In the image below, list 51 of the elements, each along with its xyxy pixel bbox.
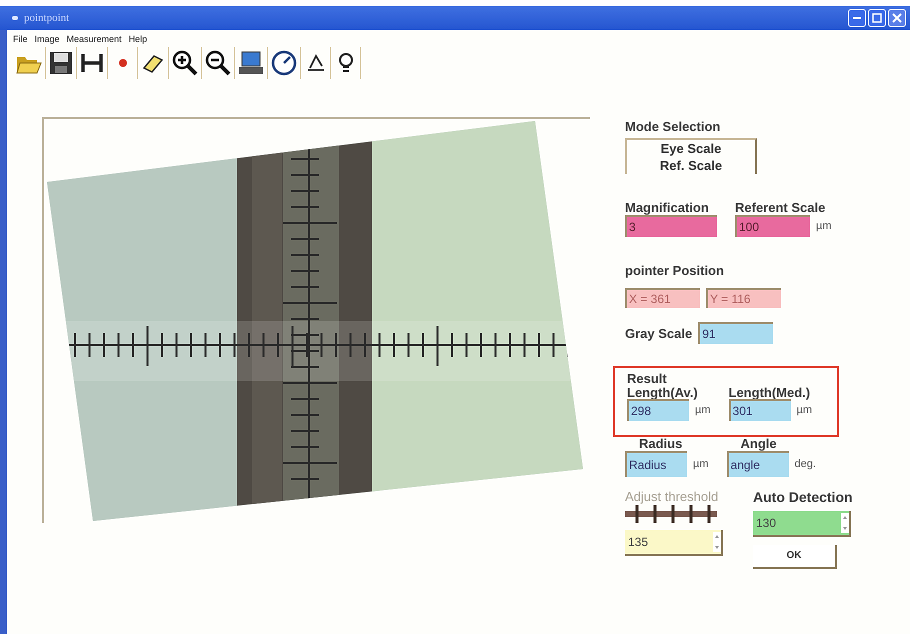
mode-option[interactable]: Eye Scale bbox=[627, 140, 755, 157]
field-label: Gray Scale bbox=[625, 326, 692, 340]
unit-label: µm bbox=[816, 220, 832, 232]
input-field[interactable]: 100 bbox=[735, 215, 810, 237]
mode-option[interactable]: Ref. Scale bbox=[627, 157, 755, 174]
menu-item[interactable]: Measurement bbox=[66, 34, 122, 44]
gauge-icon bbox=[271, 50, 297, 76]
angle-icon bbox=[306, 53, 326, 73]
window-title: pointpoint bbox=[24, 12, 70, 24]
ok-button[interactable]: OK bbox=[753, 544, 837, 569]
unit-label: µm bbox=[695, 404, 711, 416]
minimize-button[interactable] bbox=[848, 9, 866, 27]
menu-item[interactable]: Image bbox=[34, 34, 60, 44]
field-label: Auto Detection bbox=[753, 488, 853, 505]
field-label: Angle bbox=[740, 437, 778, 451]
field-label: Referent Scale bbox=[735, 200, 826, 215]
field-label: Adjust threshold bbox=[625, 488, 720, 504]
field-label: Radius bbox=[638, 437, 684, 451]
field-label: Mode Selection bbox=[625, 119, 722, 134]
menu-item[interactable]: File bbox=[13, 34, 28, 44]
span-bar-icon bbox=[80, 52, 104, 74]
field-label: Length(Av.) bbox=[627, 386, 699, 400]
eraser-icon bbox=[141, 52, 165, 74]
minimize-icon bbox=[853, 17, 861, 19]
light-bulb-icon bbox=[336, 52, 354, 74]
unit-label: µm bbox=[693, 458, 709, 470]
zoom-out-icon bbox=[205, 50, 231, 76]
field-label: Magnification bbox=[625, 200, 710, 215]
input-field[interactable]: 3 bbox=[625, 215, 717, 237]
input-field[interactable]: Radius bbox=[625, 450, 687, 477]
dot-icon bbox=[118, 58, 128, 68]
close-button[interactable] bbox=[888, 9, 906, 27]
menu-item[interactable]: Help bbox=[128, 34, 148, 44]
spin-value: 130 bbox=[755, 516, 778, 530]
unit-label: deg. bbox=[794, 458, 816, 470]
input-field[interactable]: 298 bbox=[627, 399, 689, 422]
field-label: pointer Position bbox=[625, 263, 725, 278]
close-icon bbox=[892, 13, 902, 23]
maximize-icon bbox=[872, 13, 882, 23]
input-field[interactable]: 301 bbox=[728, 399, 791, 422]
spin-value: 135 bbox=[627, 534, 650, 549]
section-heading: Result bbox=[627, 372, 668, 386]
unit-label: µm bbox=[796, 404, 812, 416]
input-field[interactable]: angle bbox=[726, 450, 789, 477]
input-field[interactable]: 91 bbox=[698, 322, 774, 344]
app-icon bbox=[12, 16, 18, 20]
computer-icon bbox=[238, 51, 264, 75]
field-label: Length(Med.) bbox=[728, 386, 812, 400]
maximize-button[interactable] bbox=[868, 9, 886, 27]
spin-box[interactable]: 130 bbox=[753, 510, 851, 537]
zoom-in-icon bbox=[172, 50, 198, 76]
